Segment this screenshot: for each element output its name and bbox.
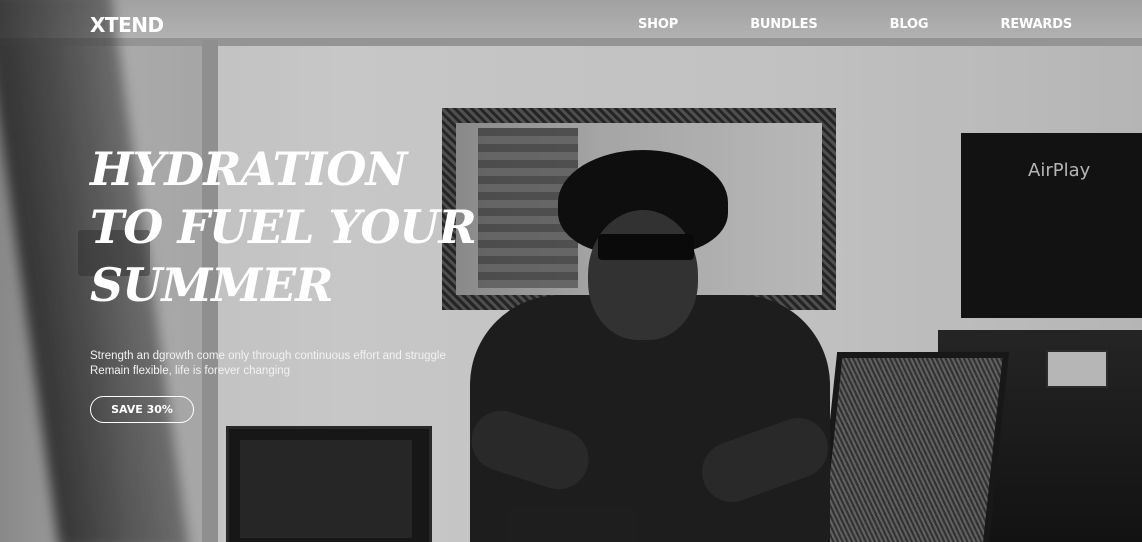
hero-headline-line: summer <box>90 258 333 312</box>
save-30-button[interactable]: SAVE 30% <box>90 396 194 423</box>
nav-item-blog[interactable]: BLOG <box>872 17 947 37</box>
hero-subtext-line: Remain flexible, life is forever changin… <box>90 364 291 377</box>
hero-headline-line: to fuel your <box>90 200 477 254</box>
nav-item-bundles[interactable]: BUNDLES <box>732 17 835 37</box>
brand-logo[interactable]: XTEND <box>90 13 164 37</box>
hero-headline: Hydration to fuel your summer <box>90 140 510 314</box>
top-navigation: XTEND SHOP BUNDLES BLOG REWARDS <box>0 0 1142 52</box>
hero-subtext-line: Strength an dgrowth come only through co… <box>90 349 446 362</box>
nav-item-shop[interactable]: SHOP <box>620 17 696 37</box>
nav-links: SHOP BUNDLES BLOG REWARDS <box>620 17 1090 37</box>
hero-subtext: Strength an dgrowth come only through co… <box>90 349 470 379</box>
nav-item-rewards[interactable]: REWARDS <box>983 17 1090 37</box>
hero-section: AirPlay XTEND SHOP BUNDLES BLOG REWARDS … <box>0 0 1142 542</box>
hero-headline-line: Hydration <box>90 142 407 196</box>
